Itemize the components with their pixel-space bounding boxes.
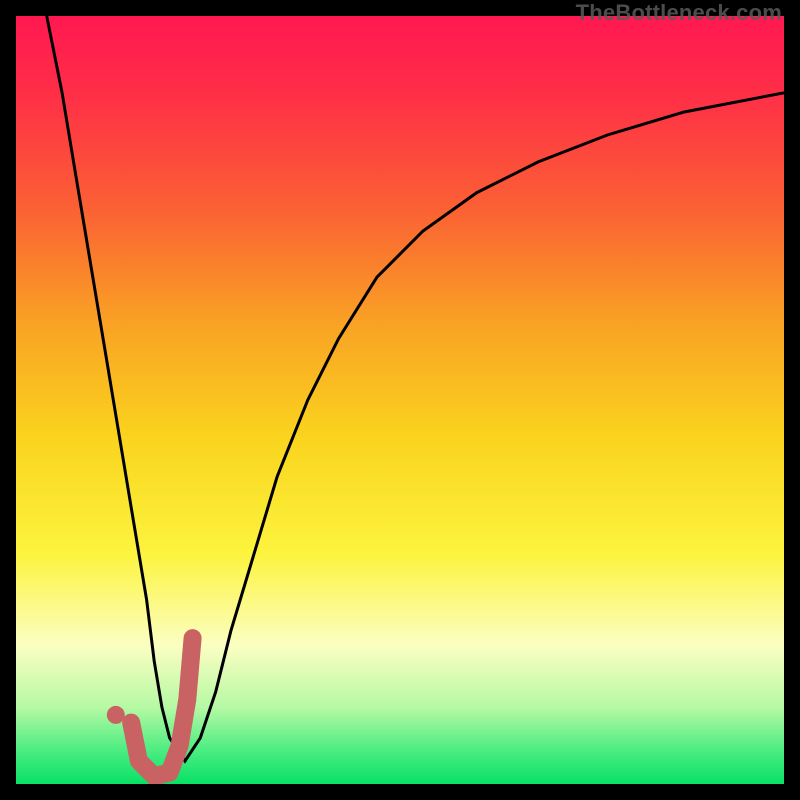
chart-background xyxy=(16,16,784,784)
chart-svg xyxy=(16,16,784,784)
watermark-text: TheBottleneck.com xyxy=(576,0,782,26)
chart-frame xyxy=(16,16,784,784)
highlight-dot xyxy=(107,706,125,724)
